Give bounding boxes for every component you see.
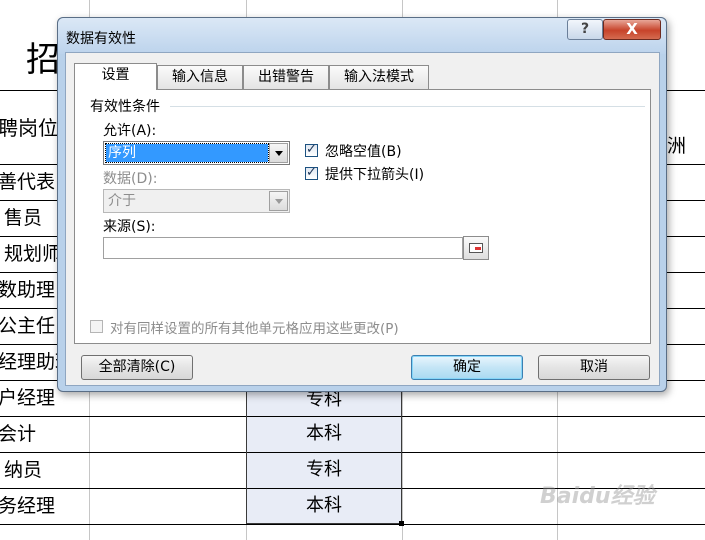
allow-select-value: 序列	[105, 143, 269, 163]
tab-ime-mode[interactable]: 输入法模式	[329, 65, 429, 89]
grid-line	[0, 524, 705, 525]
tab-input-message[interactable]: 输入信息	[157, 65, 243, 89]
help-icon: ?	[580, 21, 590, 37]
apply-to-all-checkbox[interactable]	[90, 320, 103, 333]
range-select-button[interactable]	[463, 236, 489, 260]
apply-to-all-label[interactable]: 对有同样设置的所有其他单元格应用这些更改(P)	[110, 317, 399, 337]
education-cell[interactable]: 专科	[246, 452, 402, 488]
row-label[interactable]: 售员	[4, 200, 42, 236]
tab-settings[interactable]: 设置	[74, 63, 157, 90]
in-cell-dropdown-checkbox[interactable]	[305, 165, 318, 180]
cancel-button[interactable]: 取消	[538, 355, 650, 380]
data-select[interactable]: 介于	[103, 189, 290, 213]
dialog-title: 数据有效性	[66, 31, 136, 47]
row-label[interactable]: 善代表	[0, 164, 55, 200]
data-select-value: 介于	[108, 193, 136, 209]
source-label: 来源(S):	[103, 219, 156, 235]
row-label[interactable]: 会计	[0, 416, 36, 452]
collapse-range-icon	[469, 243, 483, 253]
tab-error-alert[interactable]: 出错警告	[243, 65, 329, 89]
help-button[interactable]: ?	[567, 19, 603, 40]
row-label[interactable]: 户经理	[0, 380, 55, 416]
group-divider	[170, 106, 645, 107]
row-label[interactable]: 数助理	[0, 272, 55, 308]
close-button[interactable]: X	[603, 19, 661, 40]
validation-criteria-title: 有效性条件	[90, 99, 160, 115]
settings-panel: 有效性条件 允许(A): 序列 数据(D): 介于 忽略空值(B) 提供下拉箭头…	[74, 89, 651, 344]
education-cell[interactable]: 本科	[246, 416, 402, 452]
allow-select[interactable]: 序列	[103, 141, 290, 165]
row-label[interactable]: 规划师	[4, 236, 61, 272]
ignore-blank-checkbox[interactable]	[305, 142, 318, 157]
header-cell-right[interactable]: 洲	[667, 128, 686, 164]
row-label[interactable]: 务经理	[0, 488, 55, 524]
row-label[interactable]: 公主任	[0, 308, 55, 344]
education-cell[interactable]: 本科	[246, 488, 402, 524]
chevron-down-icon[interactable]	[269, 191, 288, 211]
data-label: 数据(D):	[103, 171, 158, 187]
dialog-titlebar[interactable]: 数据有效性 ? X	[58, 18, 666, 54]
in-cell-dropdown-label[interactable]: 提供下拉箭头(I)	[325, 164, 424, 184]
ok-button[interactable]: 确定	[411, 355, 523, 380]
ignore-blank-label[interactable]: 忽略空值(B)	[325, 141, 402, 161]
data-validation-dialog: 数据有效性 ? X 设置 输入信息 出错警告 输入法模式 有效性条件 允许(A)…	[57, 17, 667, 392]
chevron-down-icon[interactable]	[269, 143, 288, 163]
source-input[interactable]	[103, 237, 463, 259]
clear-all-button[interactable]: 全部清除(C)	[81, 355, 193, 380]
close-icon: X	[626, 20, 638, 38]
baidu-watermark: Baidu经验	[540, 484, 655, 509]
sheet-title: 招	[26, 40, 60, 80]
header-cell[interactable]: 聘岗位	[0, 110, 58, 146]
allow-label: 允许(A):	[103, 123, 157, 139]
dialog-body: 设置 输入信息 出错警告 输入法模式 有效性条件 允许(A): 序列 数据(D)…	[65, 52, 660, 386]
row-label[interactable]: 纳员	[4, 452, 42, 488]
